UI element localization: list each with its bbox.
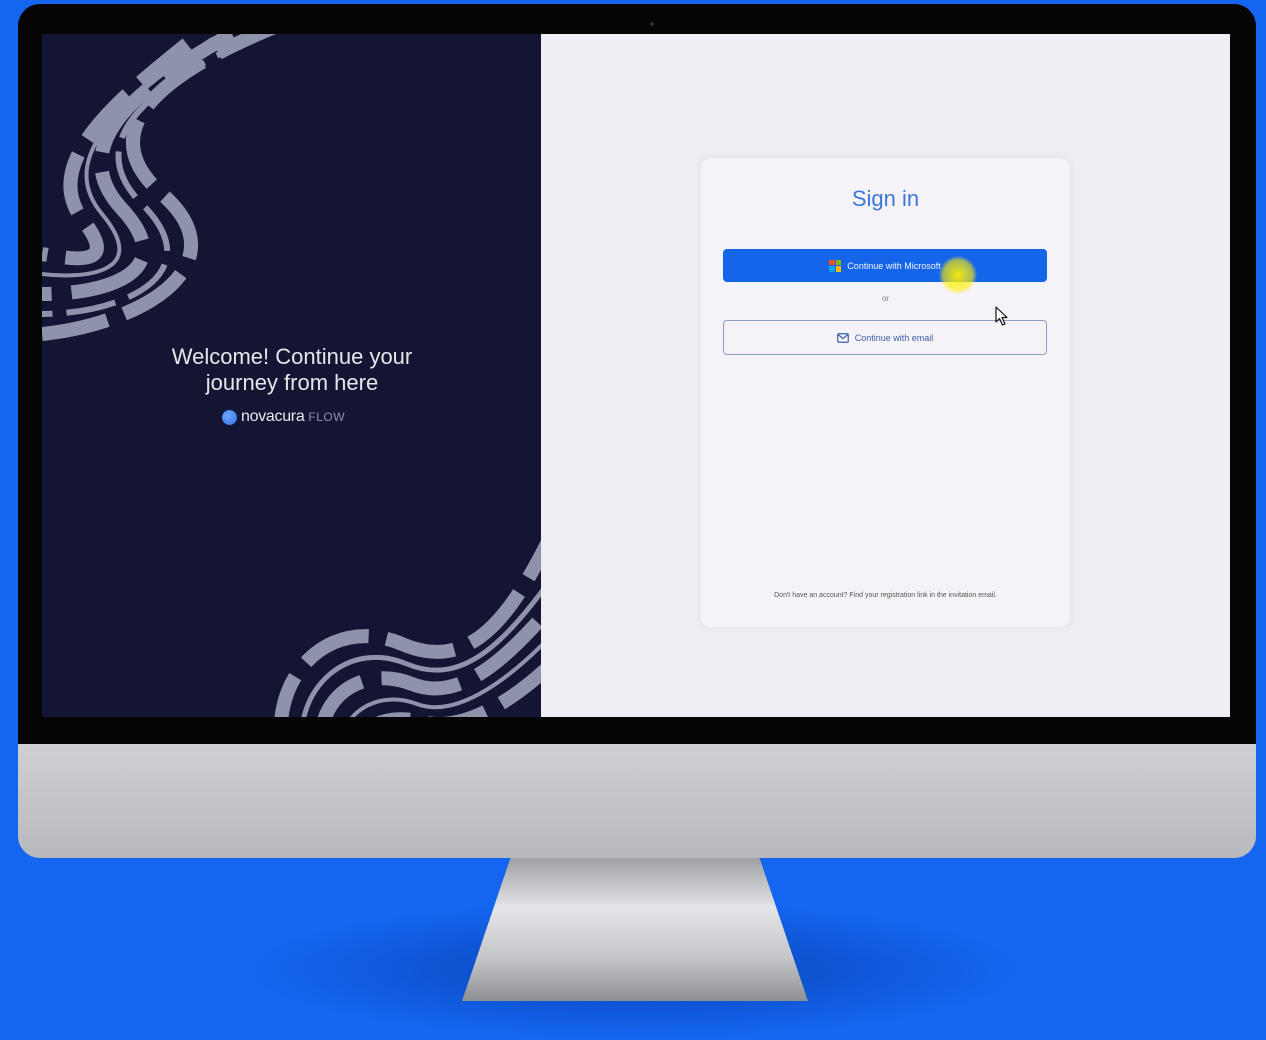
mouse-pointer-icon	[995, 306, 1008, 326]
monitor-chin	[18, 744, 1256, 858]
welcome-line-2: journey from here	[205, 370, 379, 395]
brand-product: FLOW	[308, 410, 346, 424]
welcome-heading: Welcome! Continue your journey from here	[132, 344, 452, 396]
monitor-stand	[462, 858, 808, 1001]
webcam	[650, 22, 654, 26]
signin-card: Sign in Continue with Microsoft or Conti…	[701, 158, 1070, 627]
microsoft-logo-icon	[829, 259, 842, 272]
welcome-panel: Welcome! Continue your journey from here…	[42, 34, 541, 717]
novacura-logo-icon	[222, 409, 237, 425]
brand-name: novacura	[241, 408, 305, 425]
cursor-highlight	[939, 256, 977, 294]
mail-icon	[836, 332, 849, 343]
continue-with-microsoft-button[interactable]: Continue with Microsoft	[723, 249, 1047, 282]
decorative-arcs-bottom	[274, 540, 541, 717]
signin-panel: Sign in Continue with Microsoft or Conti…	[541, 34, 1230, 717]
monitor-screen: Welcome! Continue your journey from here…	[42, 34, 1230, 717]
email-button-label: Continue with email	[854, 332, 934, 343]
welcome-line-1: Welcome! Continue your	[171, 344, 413, 369]
registration-hint: Don't have an account? Find your registr…	[774, 592, 997, 599]
signin-title: Sign in	[851, 186, 920, 211]
or-separator: or	[881, 294, 890, 303]
microsoft-button-label: Continue with Microsoft	[847, 260, 941, 271]
decorative-arcs-top	[42, 34, 277, 341]
novacura-flow-logo: novacura FLOW	[222, 408, 345, 426]
